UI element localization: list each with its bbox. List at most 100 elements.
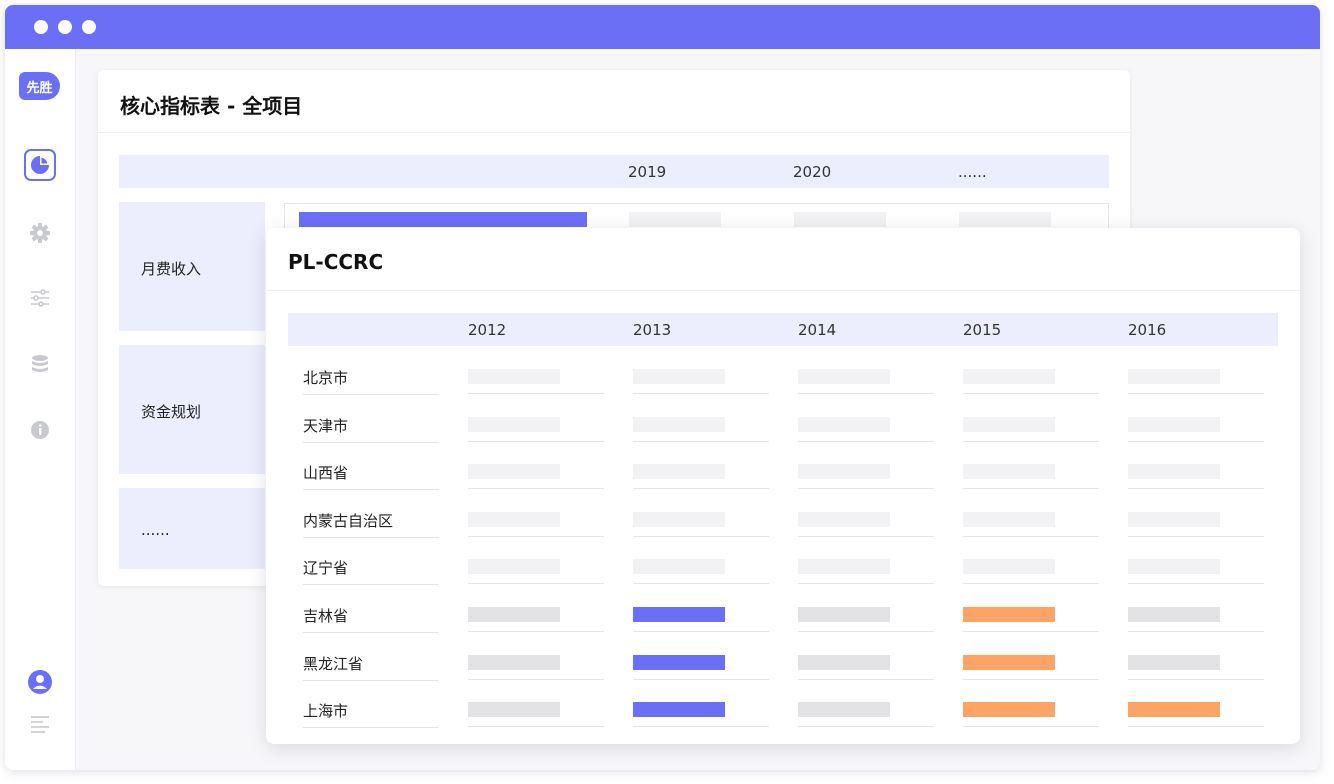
year-header: 2014 bbox=[798, 321, 837, 339]
data-bar bbox=[1128, 702, 1220, 717]
row-label: 资金规划 bbox=[141, 403, 202, 421]
data-bar bbox=[633, 655, 725, 670]
data-bar bbox=[468, 464, 560, 479]
data-bar bbox=[1128, 369, 1220, 384]
data-bar bbox=[798, 702, 890, 717]
cell-divider bbox=[963, 393, 1099, 394]
data-bar bbox=[798, 512, 890, 527]
data-bar bbox=[963, 464, 1055, 479]
gear-icon[interactable] bbox=[24, 217, 56, 249]
data-bar bbox=[633, 417, 725, 432]
data-bar bbox=[1128, 417, 1220, 432]
data-bar bbox=[468, 655, 560, 670]
cell-divider bbox=[633, 726, 769, 727]
row-label: 黑龙江省 bbox=[303, 653, 439, 681]
data-bar bbox=[633, 607, 725, 622]
row-label: 天津市 bbox=[303, 415, 439, 443]
cell-divider bbox=[963, 441, 1099, 442]
cell-divider bbox=[963, 536, 1099, 537]
divider bbox=[266, 290, 1300, 291]
year-header: 2012 bbox=[468, 321, 507, 339]
table-header: 2019 2020 ...... bbox=[119, 155, 1109, 188]
data-bar bbox=[468, 512, 560, 527]
cell-divider bbox=[633, 679, 769, 680]
data-bar bbox=[963, 607, 1055, 622]
cell-divider bbox=[1128, 488, 1264, 489]
row-label: 辽宁省 bbox=[303, 557, 439, 585]
data-bar bbox=[468, 702, 560, 717]
cell-divider bbox=[633, 393, 769, 394]
row-header[interactable]: 月费收入 bbox=[119, 202, 265, 331]
cell-divider bbox=[1128, 536, 1264, 537]
data-bar bbox=[468, 369, 560, 384]
row-header[interactable]: 资金规划 bbox=[119, 345, 265, 474]
info-icon[interactable] bbox=[24, 414, 56, 446]
cell-divider bbox=[468, 536, 604, 537]
row-label: 月费收入 bbox=[141, 260, 202, 278]
window-control-dot[interactable] bbox=[58, 20, 72, 34]
data-bar bbox=[1128, 655, 1220, 670]
data-bar bbox=[798, 464, 890, 479]
data-bar bbox=[468, 607, 560, 622]
table-header: 2012 2013 2014 2015 2016 bbox=[288, 313, 1278, 346]
cell-divider bbox=[798, 488, 934, 489]
data-bar bbox=[798, 655, 890, 670]
sidebar: 先胜 bbox=[5, 49, 76, 770]
cell-divider bbox=[468, 726, 604, 727]
data-bar bbox=[798, 417, 890, 432]
user-icon[interactable] bbox=[24, 666, 56, 698]
cell-divider bbox=[1128, 441, 1264, 442]
logo: 先胜 bbox=[19, 72, 60, 100]
window-control-dot[interactable] bbox=[34, 20, 48, 34]
cell-divider bbox=[468, 631, 604, 632]
cell-divider bbox=[963, 488, 1099, 489]
row-label: 山西省 bbox=[303, 462, 439, 490]
cell-divider bbox=[1128, 631, 1264, 632]
data-bar bbox=[798, 607, 890, 622]
data-bar bbox=[798, 559, 890, 574]
data-bar bbox=[963, 512, 1055, 527]
row-label: 上海市 bbox=[303, 700, 439, 728]
row-label: 吉林省 bbox=[303, 605, 439, 633]
cell-divider bbox=[798, 536, 934, 537]
cell-divider bbox=[798, 583, 934, 584]
pie-chart-icon[interactable] bbox=[24, 149, 56, 181]
cell-divider bbox=[798, 679, 934, 680]
data-bar bbox=[798, 369, 890, 384]
cell-divider bbox=[1128, 726, 1264, 727]
sliders-icon[interactable] bbox=[24, 282, 56, 314]
list-icon[interactable] bbox=[24, 708, 56, 740]
data-bar bbox=[633, 464, 725, 479]
title-bar bbox=[5, 5, 1320, 49]
row-label: ...... bbox=[141, 521, 170, 539]
data-bar bbox=[633, 369, 725, 384]
cell-divider bbox=[1128, 393, 1264, 394]
data-bar bbox=[468, 559, 560, 574]
window-control-dot[interactable] bbox=[82, 20, 96, 34]
row-header[interactable]: ...... bbox=[119, 488, 265, 569]
cell-divider bbox=[1128, 679, 1264, 680]
cell-divider bbox=[468, 583, 604, 584]
cell-divider bbox=[633, 488, 769, 489]
data-bar bbox=[963, 559, 1055, 574]
cell-divider bbox=[633, 631, 769, 632]
data-bar bbox=[794, 212, 886, 227]
data-bar bbox=[629, 212, 721, 227]
data-bar bbox=[963, 369, 1055, 384]
cell-divider bbox=[963, 583, 1099, 584]
cell-divider bbox=[798, 441, 934, 442]
year-header: 2016 bbox=[1128, 321, 1167, 339]
cell-divider bbox=[633, 441, 769, 442]
year-header: 2013 bbox=[633, 321, 672, 339]
data-bar bbox=[1128, 464, 1220, 479]
year-header: 2020 bbox=[793, 163, 832, 181]
data-bar bbox=[633, 559, 725, 574]
row-label: 北京市 bbox=[303, 367, 439, 395]
data-bar bbox=[633, 702, 725, 717]
data-bar bbox=[633, 512, 725, 527]
data-bar bbox=[963, 417, 1055, 432]
database-icon[interactable] bbox=[24, 348, 56, 380]
cell-divider bbox=[963, 726, 1099, 727]
row-label: 内蒙古自治区 bbox=[303, 510, 439, 538]
data-bar bbox=[959, 212, 1051, 227]
